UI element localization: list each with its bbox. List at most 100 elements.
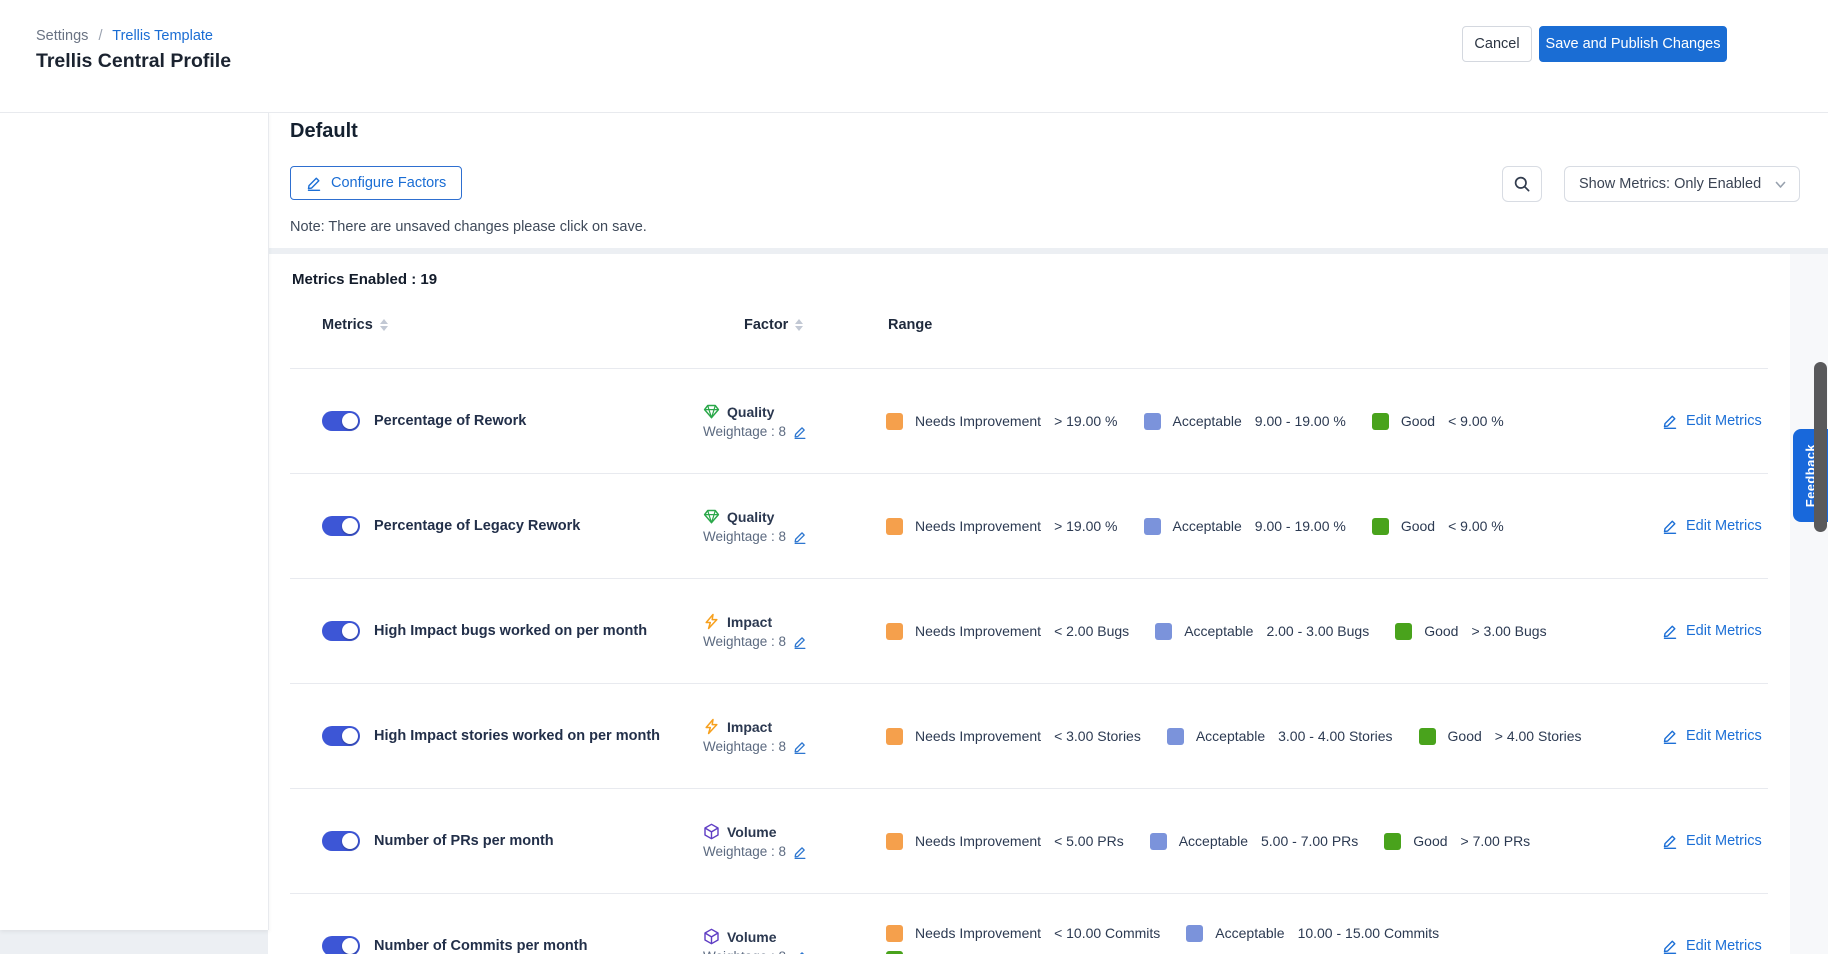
- metric-toggle[interactable]: [322, 726, 360, 746]
- range-value: > 19.00 %: [1054, 413, 1117, 429]
- edit-weightage-icon[interactable]: [793, 950, 807, 954]
- volume-cube-icon: [703, 823, 720, 840]
- range-level-label: Acceptable: [1184, 623, 1253, 639]
- range-color-swatch: [886, 833, 903, 850]
- range-item: Acceptable9.00 - 19.00 %: [1144, 413, 1346, 430]
- range-color-swatch: [886, 951, 903, 954]
- range-value: < 3.00 Stories: [1054, 728, 1141, 744]
- page-header: Settings / Trellis Template Trellis Cent…: [0, 0, 1828, 113]
- edit-weightage-icon[interactable]: [793, 740, 807, 754]
- save-and-publish-button[interactable]: Save and Publish Changes: [1539, 26, 1727, 62]
- metric-row: Number of PRs per month Volume Weightage…: [290, 788, 1768, 893]
- metric-toggle[interactable]: [322, 936, 360, 954]
- column-header-factor-label: Factor: [744, 317, 788, 333]
- page-title: Trellis Central Profile: [36, 50, 231, 73]
- range-item: Needs Improvement < 3.00 Stories: [886, 728, 1141, 745]
- vertical-scrollbar-thumb[interactable]: [1814, 362, 1827, 532]
- edit-metrics-link[interactable]: Edit Metrics: [1662, 474, 1762, 578]
- range-value: > 3.00 Bugs: [1471, 623, 1546, 639]
- edit-pencil-icon: [1662, 728, 1678, 744]
- factor-cell: Volume Weightage : 8: [703, 823, 903, 859]
- edit-metrics-link[interactable]: Edit Metrics: [1662, 369, 1762, 473]
- range-level-label: Needs Improvement: [915, 728, 1041, 744]
- range-item: Acceptable2.00 - 3.00 Bugs: [1155, 623, 1369, 640]
- range-color-swatch: [1384, 833, 1401, 850]
- range-level-label: Acceptable: [1196, 728, 1265, 744]
- trellis-profile-page: Settings / Trellis Template Trellis Cent…: [0, 0, 1828, 954]
- weightage-text: Weightage : 8: [703, 949, 786, 954]
- range-item: Needs Improvement < 10.00 Commits: [886, 925, 1160, 942]
- edit-metrics-link[interactable]: Edit Metrics: [1662, 789, 1762, 893]
- edit-weightage-icon[interactable]: [793, 635, 807, 649]
- range-value: 3.00 - 4.00 Stories: [1278, 728, 1392, 744]
- edit-metrics-link[interactable]: Edit Metrics: [1662, 684, 1762, 788]
- show-metrics-filter-dropdown[interactable]: Show Metrics: Only Enabled: [1564, 166, 1800, 202]
- range-item: Acceptable 3.00 - 4.00 Stories: [1167, 728, 1393, 745]
- factor-cell: Impact Weightage : 8: [703, 613, 903, 649]
- breadcrumb-trellis-template[interactable]: Trellis Template: [112, 28, 213, 44]
- edit-metrics-link[interactable]: Edit Metrics: [1662, 579, 1762, 683]
- impact-bolt-icon: [703, 718, 720, 735]
- range-level-label: Acceptable: [1179, 833, 1248, 849]
- range-color-swatch: [1167, 728, 1184, 745]
- weightage-text: Weightage : 8: [703, 424, 786, 439]
- show-metrics-filter-value: Show Metrics: Only Enabled: [1579, 176, 1774, 192]
- metric-toggle[interactable]: [322, 411, 360, 431]
- column-header-factor[interactable]: Factor: [744, 317, 803, 333]
- column-header-metrics-label: Metrics: [322, 317, 373, 333]
- range-value: < 9.00 %: [1448, 518, 1504, 534]
- range-value: < 5.00 PRs: [1054, 833, 1124, 849]
- range-level-label: Needs Improvement: [915, 413, 1041, 429]
- range-value: > 19.00 %: [1054, 518, 1117, 534]
- range-list: Needs Improvement< 5.00 PRsAcceptable5.0…: [886, 789, 1646, 893]
- selected-group-title: Default: [290, 120, 358, 143]
- breadcrumb-settings[interactable]: Settings: [36, 28, 88, 44]
- chevron-down-icon: [1774, 178, 1787, 191]
- metric-row: Number of Commits per month Volume Weigh…: [290, 893, 1768, 954]
- metric-name: Percentage of Rework: [374, 369, 694, 473]
- factor-name: Volume: [727, 929, 777, 945]
- metric-row: High Impact bugs worked on per month Imp…: [290, 578, 1768, 683]
- edit-weightage-icon[interactable]: [793, 845, 807, 859]
- range-color-swatch: [1372, 413, 1389, 430]
- range-value: 10.00 - 15.00 Commits: [1298, 925, 1440, 941]
- range-color-swatch: [1372, 518, 1389, 535]
- metric-row: High Impact stories worked on per month …: [290, 683, 1768, 788]
- range-list: Needs Improvement < 3.00 Stories Acceptabl…: [886, 684, 1646, 788]
- metric-toggle[interactable]: [322, 831, 360, 851]
- range-level-label: Good: [1448, 728, 1482, 744]
- quality-gem-icon: [703, 508, 720, 525]
- metric-name: High Impact stories worked on per month: [374, 684, 694, 788]
- metric-toggle[interactable]: [322, 516, 360, 536]
- volume-cube-icon: [703, 928, 720, 945]
- edit-weightage-icon[interactable]: [793, 530, 807, 544]
- edit-pencil-icon: [1662, 623, 1678, 639]
- configure-factors-button[interactable]: Configure Factors: [290, 166, 462, 200]
- column-header-metrics[interactable]: Metrics: [322, 317, 388, 333]
- range-level-label: Needs Improvement: [915, 925, 1041, 941]
- range-color-swatch: [1150, 833, 1167, 850]
- metric-toggle[interactable]: [322, 621, 360, 641]
- factor-name: Impact: [727, 719, 772, 735]
- range-value: < 10.00 Commits: [1054, 925, 1160, 941]
- range-list: Needs Improvement< 10.00 CommitsAcceptab…: [886, 894, 1646, 954]
- sort-icon: [795, 319, 803, 331]
- quality-gem-icon: [703, 403, 720, 420]
- edit-pencil-icon: [1662, 938, 1678, 954]
- edit-pencil-icon: [1662, 413, 1678, 429]
- cancel-button[interactable]: Cancel: [1462, 26, 1532, 62]
- range-color-swatch: [886, 728, 903, 745]
- search-button[interactable]: [1502, 166, 1542, 202]
- metric-row: Percentage of Rework Quality Weightage :…: [290, 368, 1768, 473]
- range-color-swatch: [1395, 623, 1412, 640]
- column-header-range-label: Range: [888, 317, 932, 333]
- range-item: Good> 7.00 PRs: [1384, 833, 1530, 850]
- edit-metrics-link[interactable]: Edit Metrics: [1662, 894, 1762, 954]
- edit-weightage-icon[interactable]: [793, 425, 807, 439]
- range-color-swatch: [886, 518, 903, 535]
- metric-name: Number of Commits per month: [374, 894, 694, 954]
- range-level-label: Good: [1424, 623, 1458, 639]
- metric-name: Percentage of Legacy Rework: [374, 474, 694, 578]
- factor-cell: Quality Weightage : 8: [703, 508, 903, 544]
- range-item: Good > 3.00 Bugs: [1395, 623, 1546, 640]
